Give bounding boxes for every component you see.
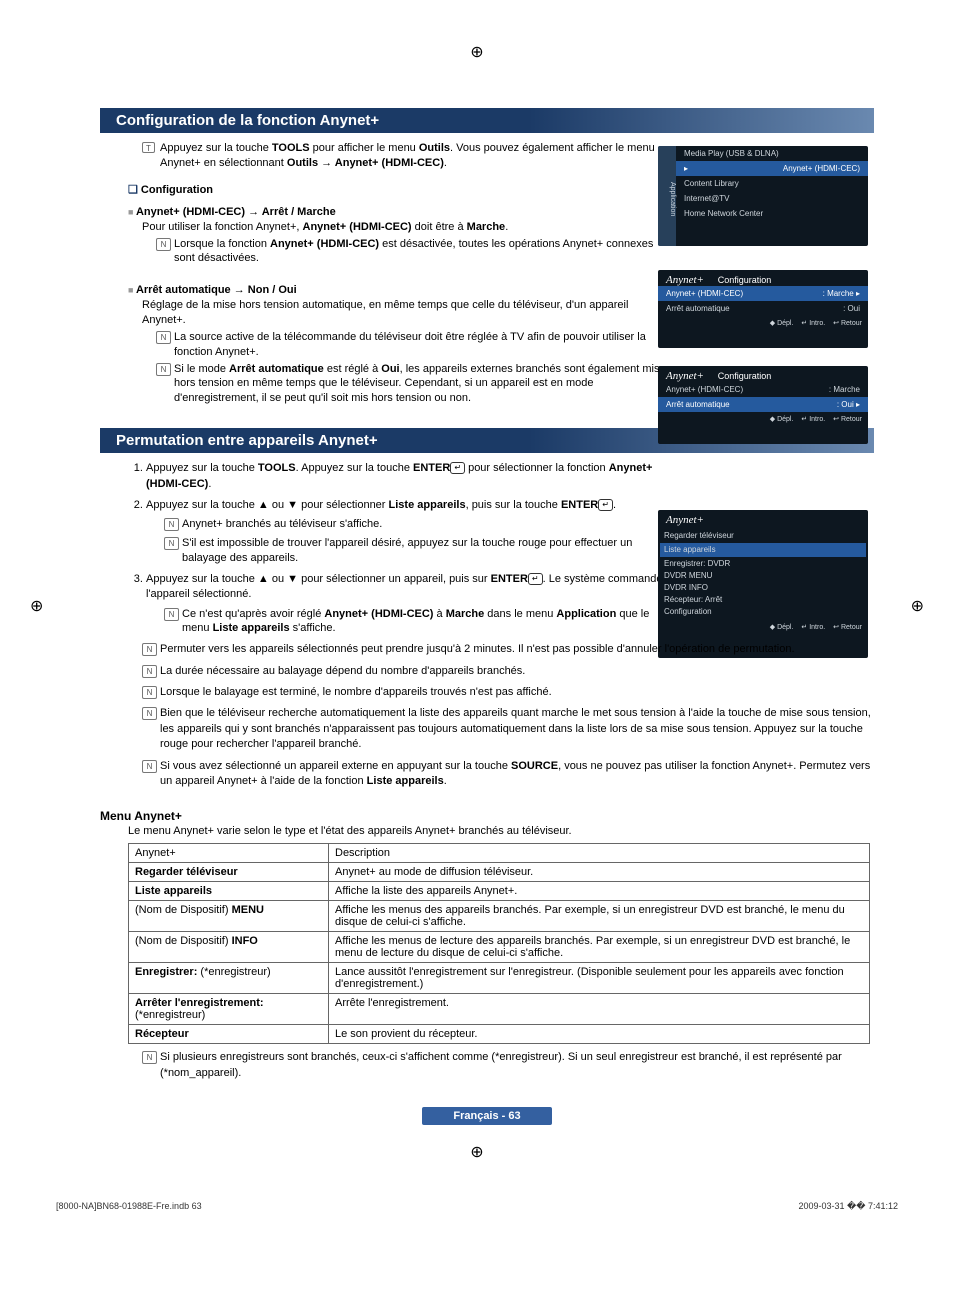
page-content: Application Media Play (USB & DLNA) ▸ An… [0,0,954,1165]
crop-mark-icon: ⊕ [470,42,483,62]
osd-subtitle: Configuration [718,371,772,381]
note-text: Lorsque la fonction Anynet+ (HDMI-CEC) e… [156,237,666,267]
table-row: (Nom de Dispositif) MENU Affiche les men… [129,901,870,932]
enter-icon: ↵ [450,462,465,474]
osd-item: Media Play (USB & DLNA) [676,146,868,161]
osd-item: Content Library [676,176,868,191]
osd-device-list: Anynet+ Regarder téléviseur Liste appare… [658,510,868,658]
step-item: Appuyez sur la touche ▲ ou ▼ pour sélect… [146,498,674,566]
osd-brand: Anynet+ [666,274,704,286]
osd-item: DVDR INFO [664,582,862,594]
table-header: Anynet+ [129,844,329,863]
note-text: Bien que le téléviseur recherche automat… [142,706,874,752]
table-header: Description [329,844,870,863]
print-footer: [8000-NA]BN68-01988E-Fre.indb 63 2009-03… [56,1201,898,1212]
section-heading-config: Configuration de la fonction Anynet+ [100,108,874,133]
note-text: Si le mode Arrêt automatique est réglé à… [156,362,666,407]
osd-item: Configuration [664,606,862,618]
cell-desc: Anynet+ au mode de diffusion téléviseur. [329,863,870,882]
cell-desc: Affiche la liste des appareils Anynet+. [329,882,870,901]
tools-icon: T [142,142,155,153]
table-header-row: Anynet+ Description [129,844,870,863]
osd-item: Regarder téléviseur [664,530,862,542]
cell-label: Regarder téléviseur [135,866,238,878]
menu-intro: Le menu Anynet+ varie selon le type et l… [128,825,874,837]
osd-row-selected: Anynet+ (HDMI-CEC): Marche ▸ [658,286,868,301]
note-text: Anynet+ branchés au téléviseur s'affiche… [164,517,674,532]
body-text: Réglage de la mise hors tension automati… [142,298,662,328]
note-text: La source active de la télécommande du t… [156,330,666,360]
note-text: S'il est impossible de trouver l'apparei… [164,536,674,566]
osd-brand: Anynet+ [658,510,868,526]
table-row: (Nom de Dispositif) INFO Affiche les men… [129,932,870,963]
crop-mark-icon: ⊕ [470,1142,483,1162]
enter-icon: ↵ [528,573,543,585]
footer-timestamp: 2009-03-31 �� 7:41:12 [798,1201,898,1212]
note-text: Lorsque le balayage est terminé, le nomb… [142,685,874,700]
page-number-label: Français - 63 [422,1107,552,1125]
osd-item: Enregistrer: DVDR [664,558,862,570]
cell-label: Arrêter l'enregistrement:(*enregistreur) [129,994,329,1025]
osd-item: DVDR MENU [664,570,862,582]
cell-label: Récepteur [135,1028,189,1040]
cell-desc: Affiche les menus de lecture des apparei… [329,932,870,963]
osd-application-menu: Application Media Play (USB & DLNA) ▸ An… [658,146,868,246]
cell-label: Liste appareils [135,885,212,897]
table-row: Regarder téléviseur Anynet+ au mode de d… [129,863,870,882]
osd-item-selected: ▸ Anynet+ (HDMI-CEC) [676,161,868,176]
osd-item: Récepteur: Arrêt [664,594,862,606]
cell-desc: Affiche les menus des appareils branchés… [329,901,870,932]
step-item: Appuyez sur la touche ▲ ou ▼ pour sélect… [146,572,674,636]
osd-row: Anynet+ (HDMI-CEC): Marche [658,382,868,397]
cell-desc: Lance aussitôt l'enregistrement sur l'en… [329,963,870,994]
table-row: Arrêter l'enregistrement:(*enregistreur)… [129,994,870,1025]
osd-footer: ◆ Dépl.↵ Intro.↩ Retour [658,412,868,426]
table-row: Enregistrer: (*enregistreur) Lance aussi… [129,963,870,994]
footer-filename: [8000-NA]BN68-01988E-Fre.indb 63 [56,1201,202,1212]
crop-mark-icon: ⊕ [30,596,43,616]
step-list: Appuyez sur la touche TOOLS. Appuyez sur… [128,461,674,636]
cell-label: (Nom de Dispositif) INFO [129,932,329,963]
anynet-menu-table: Anynet+ Description Regarder téléviseur … [128,843,870,1044]
crop-mark-icon: ⊕ [911,596,924,616]
osd-brand: Anynet+ [666,370,704,382]
note-text: Permuter vers les appareils sélectionnés… [142,642,874,657]
note-text: Si plusieurs enregistreurs sont branchés… [142,1050,874,1081]
osd-footer: ◆ Dépl.↵ Intro.↩ Retour [658,620,868,634]
osd-item-selected: Liste appareils [660,543,866,557]
cell-label: Enregistrer: (*enregistreur) [129,963,329,994]
osd-item: Home Network Center [676,206,868,221]
table-row: Liste appareils Affiche la liste des app… [129,882,870,901]
note-text: Si vous avez sélectionné un appareil ext… [142,759,874,790]
osd-footer: ◆ Dépl.↵ Intro.↩ Retour [658,316,868,330]
osd-subtitle: Configuration [718,275,772,285]
osd-item: Internet@TV [676,191,868,206]
osd-config-2: Anynet+ Configuration Anynet+ (HDMI-CEC)… [658,366,868,444]
osd-row: Arrêt automatique: Oui [658,301,868,316]
note-text: La durée nécessaire au balayage dépend d… [142,664,874,679]
cell-label: (Nom de Dispositif) MENU [129,901,329,932]
cell-desc: Le son provient du récepteur. [329,1025,870,1044]
body-text: Appuyez sur la touche TOOLS pour affiche… [160,142,655,169]
step-item: Appuyez sur la touche TOOLS. Appuyez sur… [146,461,674,492]
cell-desc: Arrête l'enregistrement. [329,994,870,1025]
osd-row-selected: Arrêt automatique: Oui ▸ [658,397,868,412]
note-text: Ce n'est qu'après avoir réglé Anynet+ (H… [164,607,674,637]
osd-config-1: Anynet+ Configuration Anynet+ (HDMI-CEC)… [658,270,868,348]
enter-icon: ↵ [598,499,613,511]
body-text: Pour utiliser la fonction Anynet+, Anyne… [142,220,662,235]
menu-heading: Menu Anynet+ [100,809,874,823]
table-row: Récepteur Le son provient du récepteur. [129,1025,870,1044]
